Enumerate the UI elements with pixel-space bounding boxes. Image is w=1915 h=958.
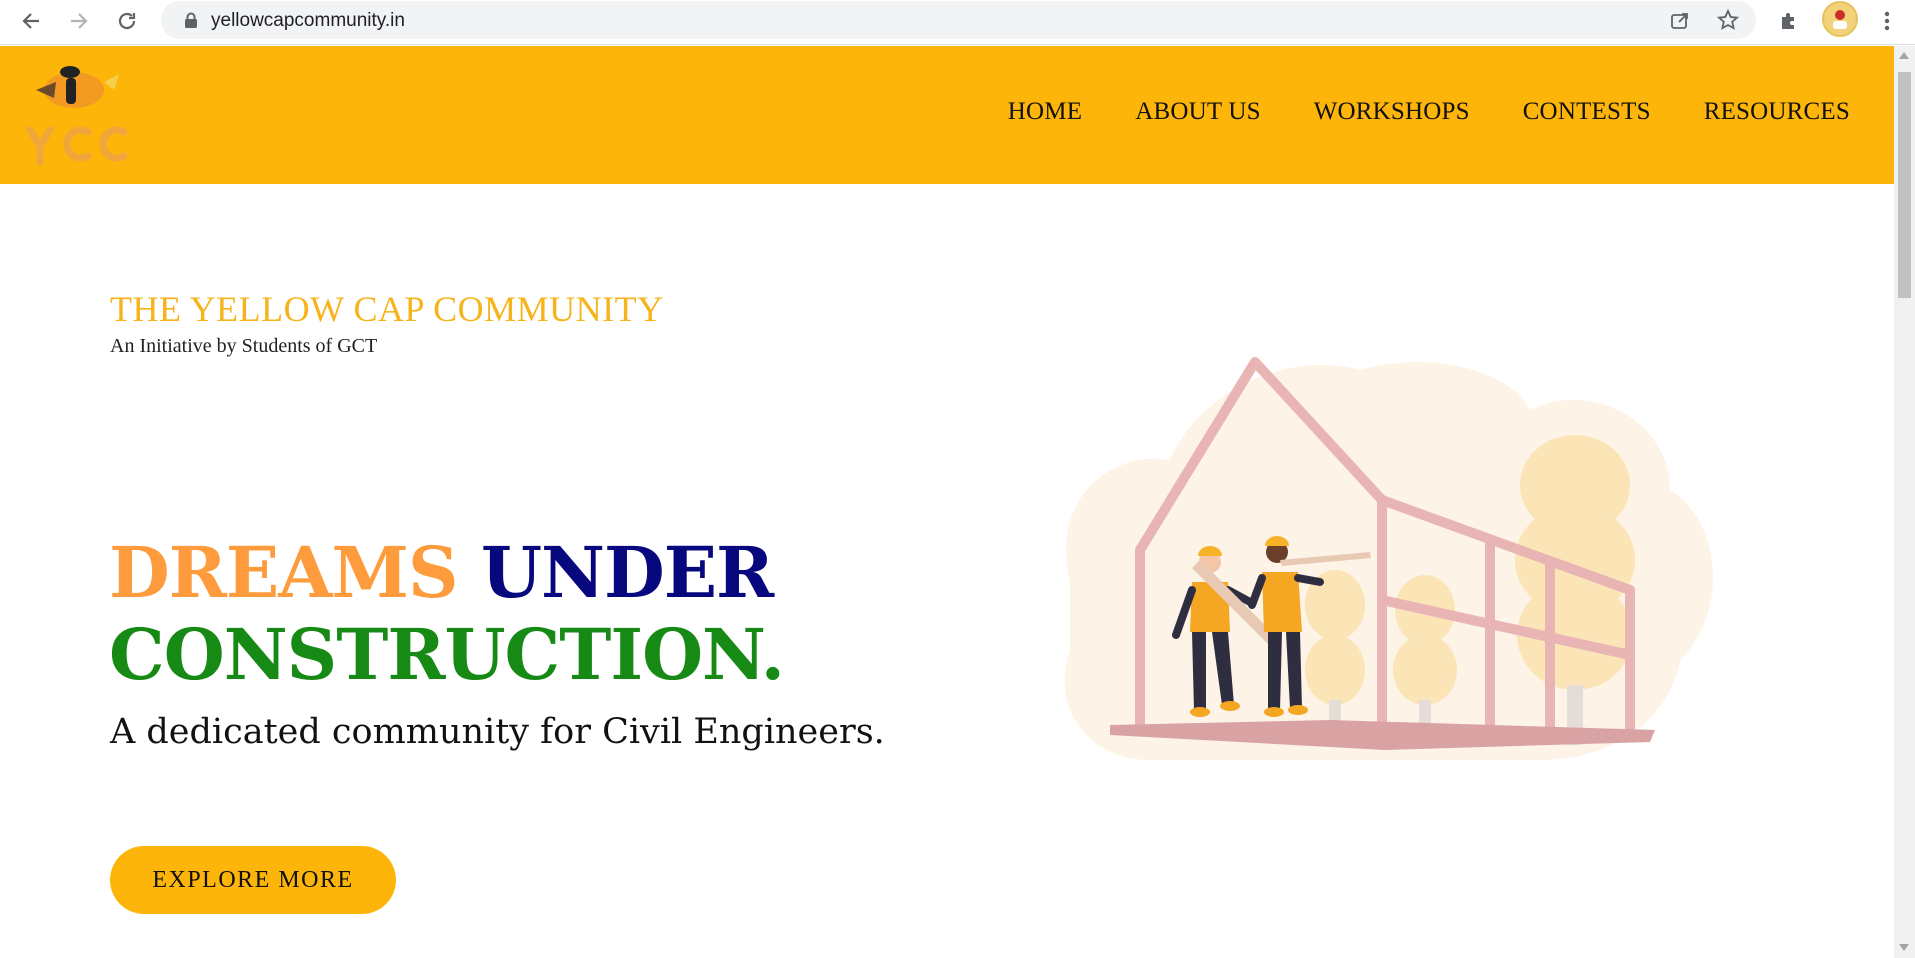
headline-word-dreams: DREAMS	[109, 531, 459, 614]
headline-word-under: UNDER	[480, 531, 774, 614]
lock-icon[interactable]	[176, 5, 206, 35]
forward-arrow-icon[interactable]	[62, 4, 96, 38]
nav-contests[interactable]: CONTESTS	[1523, 98, 1651, 126]
scroll-down-icon[interactable]	[1899, 944, 1909, 951]
url-text[interactable]: yellowcapcommunity.in	[211, 10, 405, 32]
headline-word-construction: CONSTRUCTION.	[109, 613, 785, 696]
main-nav: HOME ABOUT US WORKSHOPS CONTESTS RESOURC…	[1008, 98, 1850, 126]
reload-icon[interactable]	[110, 4, 144, 38]
ycc-logo[interactable]	[24, 60, 136, 166]
hero-tagline: A dedicated community for Civil Engineer…	[110, 712, 885, 752]
nav-home[interactable]: HOME	[1008, 98, 1082, 126]
share-icon[interactable]	[1665, 5, 1695, 35]
nav-workshops[interactable]: WORKSHOPS	[1314, 98, 1470, 126]
scroll-up-icon[interactable]	[1899, 52, 1909, 59]
brand-subtitle: An Initiative by Students of GCT	[110, 335, 378, 357]
nav-resources[interactable]: RESOURCES	[1704, 98, 1850, 126]
address-bar[interactable]: yellowcapcommunity.in	[161, 1, 1756, 39]
hero-headline: DREAMS UNDER CONSTRUCTION.	[109, 531, 785, 696]
nav-about-us[interactable]: ABOUT US	[1135, 98, 1260, 126]
page-scrollbar[interactable]	[1894, 46, 1915, 958]
browser-toolbar: yellowcapcommunity.in	[0, 0, 1915, 45]
more-icon[interactable]	[1870, 4, 1904, 38]
scroll-thumb[interactable]	[1898, 72, 1911, 298]
site-header: HOME ABOUT US WORKSHOPS CONTESTS RESOURC…	[0, 46, 1894, 184]
explore-more-button[interactable]: EXPLORE MORE	[110, 846, 396, 914]
profile-avatar[interactable]	[1822, 1, 1858, 37]
extensions-icon[interactable]	[1772, 4, 1806, 38]
construction-illustration	[1030, 350, 1720, 770]
back-arrow-icon[interactable]	[14, 4, 48, 38]
brand-title: THE YELLOW CAP COMMUNITY	[110, 289, 664, 329]
star-icon[interactable]	[1713, 5, 1743, 35]
